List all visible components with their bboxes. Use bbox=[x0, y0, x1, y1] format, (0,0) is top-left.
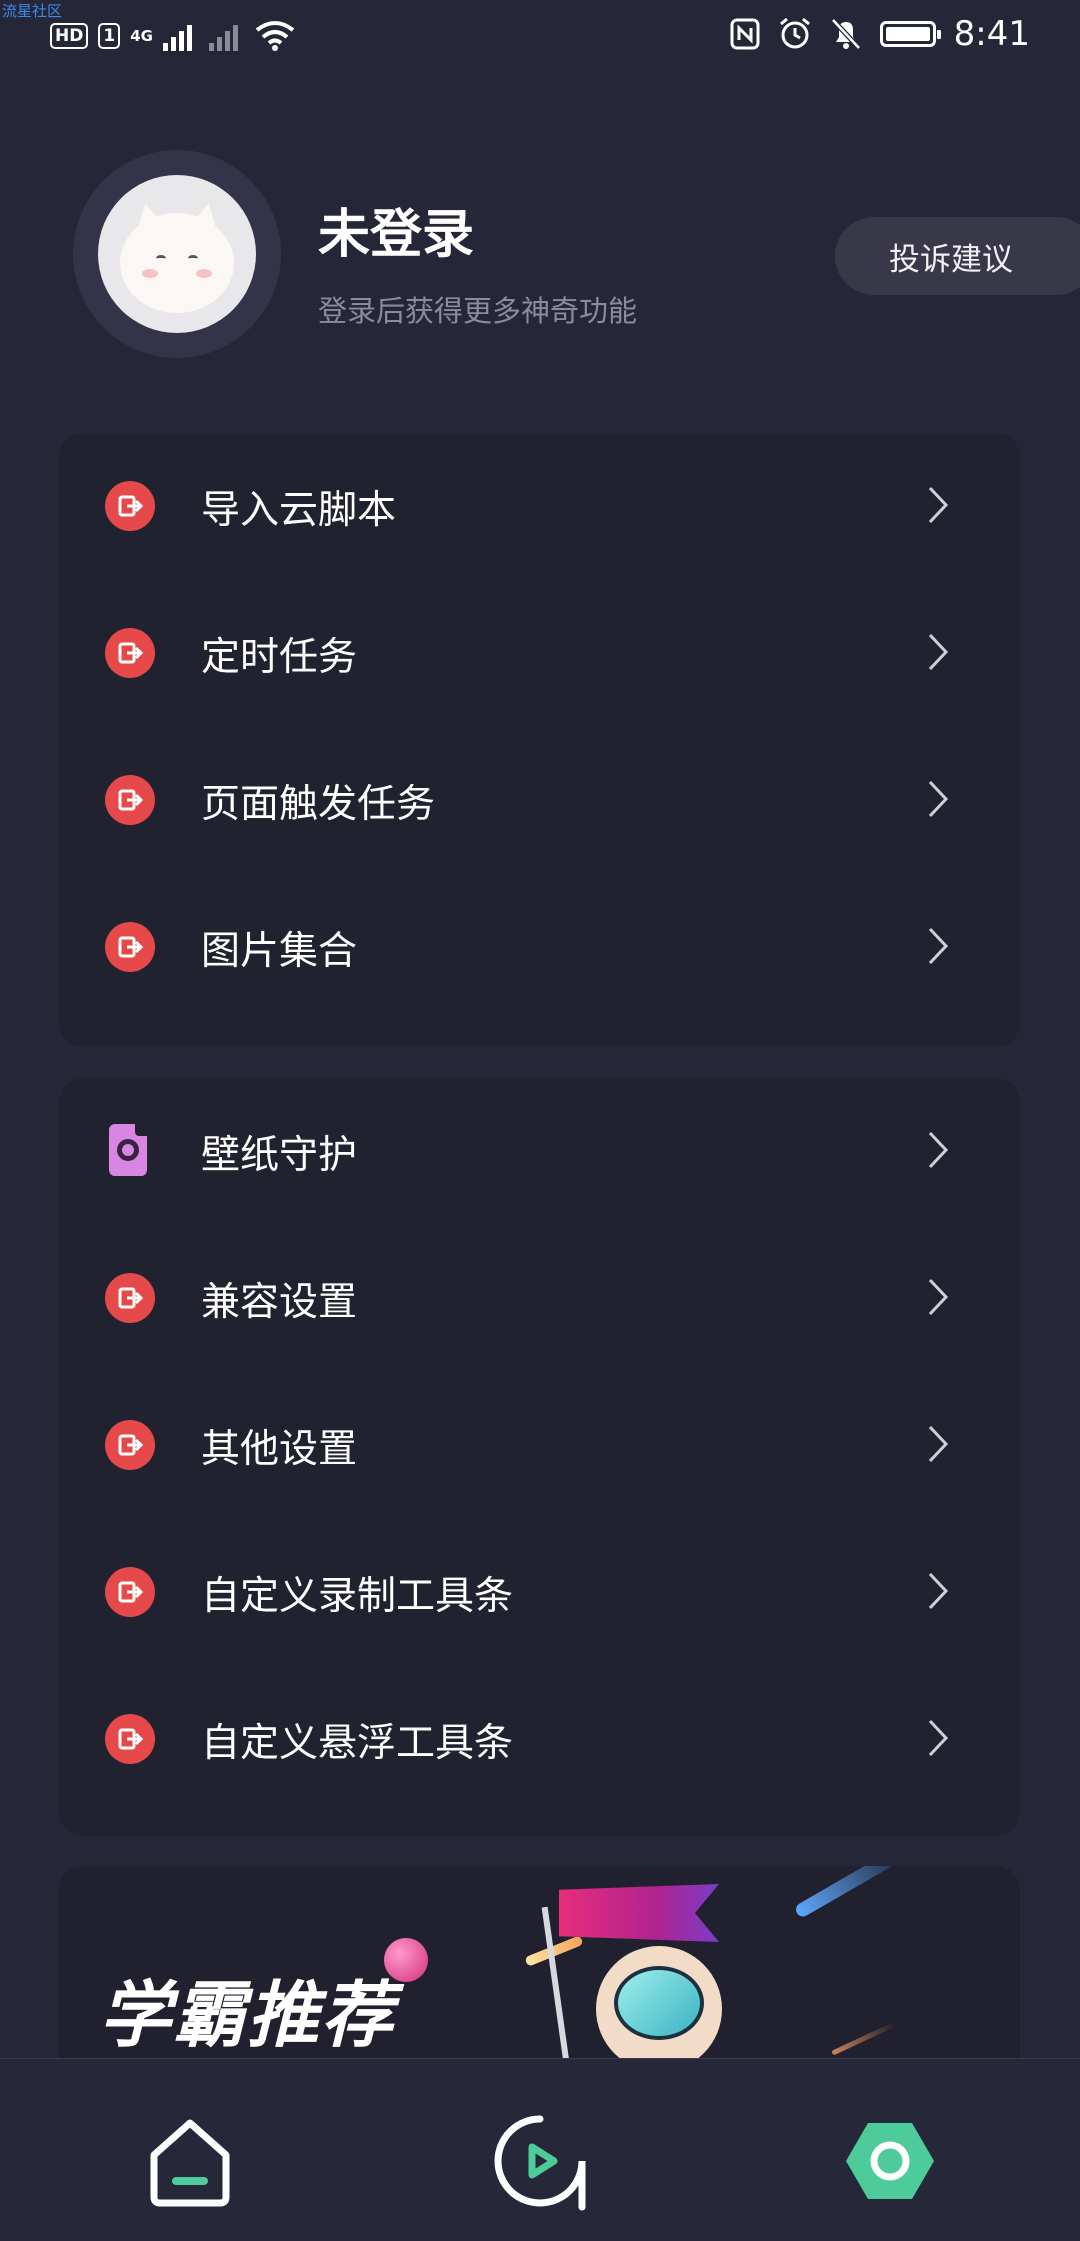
clock: 8:41 bbox=[953, 14, 1030, 54]
exit-icon bbox=[105, 1567, 155, 1617]
menu-card-2: 壁纸守护 兼容设置 其他设置 自定义录制工具条 自定义悬浮工具条 bbox=[59, 1078, 1020, 1836]
nfc-icon bbox=[730, 18, 760, 50]
chevron-right-icon bbox=[928, 1572, 949, 1610]
mute-bell-icon bbox=[830, 18, 861, 50]
feedback-button[interactable]: 投诉建议 bbox=[835, 217, 1080, 295]
chevron-right-icon bbox=[928, 1425, 949, 1463]
signal-off-icon bbox=[208, 25, 238, 51]
battery-icon bbox=[879, 21, 941, 47]
astronaut-visor bbox=[614, 1966, 704, 2040]
planet-decoration bbox=[384, 1938, 428, 1982]
menu-item-scheduled-tasks[interactable]: 定时任务 bbox=[59, 580, 1020, 727]
menu-item-label: 页面触发任务 bbox=[201, 782, 436, 827]
chevron-right-icon bbox=[928, 1719, 949, 1757]
menu-item-label: 兼容设置 bbox=[201, 1280, 358, 1325]
exit-icon bbox=[105, 922, 155, 972]
comet-decoration bbox=[793, 1866, 914, 1920]
menu-item-image-collection[interactable]: 图片集合 bbox=[59, 874, 1020, 1021]
chevron-right-icon bbox=[928, 1131, 949, 1169]
menu-item-custom-floating-toolbar[interactable]: 自定义悬浮工具条 bbox=[59, 1666, 1020, 1813]
menu-item-label: 自定义录制工具条 bbox=[201, 1574, 514, 1619]
menu-item-label: 定时任务 bbox=[201, 635, 358, 680]
chevron-right-icon bbox=[928, 1278, 949, 1316]
exit-icon bbox=[105, 775, 155, 825]
menu-item-custom-record-toolbar[interactable]: 自定义录制工具条 bbox=[59, 1519, 1020, 1666]
status-bar: HD 1 4G 8:41 bbox=[0, 0, 1080, 80]
network-type: 4G bbox=[130, 27, 153, 45]
menu-card-1: 导入云脚本 定时任务 页面触发任务 图片集合 bbox=[59, 433, 1020, 1047]
avatar-image bbox=[98, 175, 256, 333]
comet-decoration bbox=[831, 2021, 897, 2056]
bottom-navigation bbox=[0, 2058, 1080, 2241]
signal-icon bbox=[162, 25, 192, 51]
menu-item-import-cloud-script[interactable]: 导入云脚本 bbox=[59, 433, 1020, 580]
chevron-right-icon bbox=[928, 633, 949, 671]
wallpaper-file-icon bbox=[109, 1124, 147, 1176]
sim-badge: 1 bbox=[98, 23, 121, 49]
exit-icon bbox=[105, 481, 155, 531]
menu-item-wallpaper-guard[interactable]: 壁纸守护 bbox=[59, 1078, 1020, 1225]
play-circle-icon bbox=[494, 2115, 586, 2211]
flag-decoration bbox=[559, 1884, 719, 1942]
chevron-right-icon bbox=[928, 486, 949, 524]
exit-icon bbox=[105, 1420, 155, 1470]
nav-settings[interactable] bbox=[840, 2111, 940, 2211]
menu-item-label: 自定义悬浮工具条 bbox=[201, 1721, 514, 1766]
home-icon bbox=[150, 2119, 230, 2207]
avatar[interactable] bbox=[73, 150, 281, 358]
exit-icon bbox=[105, 628, 155, 678]
menu-item-label: 壁纸守护 bbox=[201, 1133, 358, 1178]
hexagon-settings-icon bbox=[846, 2123, 934, 2199]
chevron-right-icon bbox=[928, 927, 949, 965]
menu-item-other-settings[interactable]: 其他设置 bbox=[59, 1372, 1020, 1519]
profile-name[interactable]: 未登录 bbox=[318, 192, 474, 267]
exit-icon bbox=[105, 1714, 155, 1764]
exit-icon bbox=[105, 1273, 155, 1323]
menu-item-label: 图片集合 bbox=[201, 929, 358, 974]
menu-item-label: 其他设置 bbox=[201, 1427, 358, 1472]
alarm-icon bbox=[779, 17, 810, 49]
menu-item-compatibility-settings[interactable]: 兼容设置 bbox=[59, 1225, 1020, 1372]
nav-home[interactable] bbox=[140, 2111, 240, 2211]
hd-badge: HD bbox=[50, 23, 89, 49]
menu-item-page-trigger-tasks[interactable]: 页面触发任务 bbox=[59, 727, 1020, 874]
menu-item-label: 导入云脚本 bbox=[201, 488, 397, 533]
profile-subtitle: 登录后获得更多神奇功能 bbox=[318, 294, 638, 328]
chevron-right-icon bbox=[928, 780, 949, 818]
banner-title: 学霸推荐 bbox=[99, 1973, 396, 2057]
nav-play[interactable] bbox=[490, 2111, 590, 2211]
wifi-icon bbox=[255, 21, 295, 51]
